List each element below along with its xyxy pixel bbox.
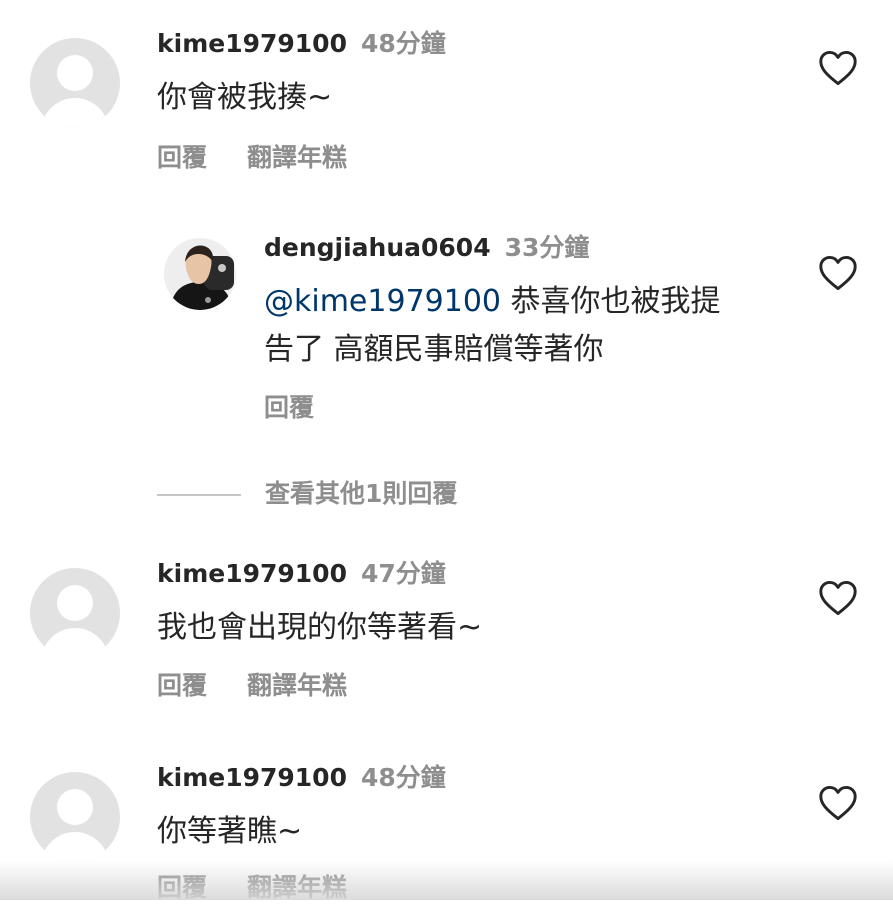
username[interactable]: dengjiahua0604: [264, 233, 491, 262]
comment-text: 我也會出現的你等著看~: [157, 610, 483, 645]
username[interactable]: kime1979100: [157, 29, 347, 58]
mention-link[interactable]: @kime1979100: [264, 284, 501, 319]
default-avatar-icon[interactable]: [30, 568, 120, 658]
comment-text-line1: 恭喜你也被我提: [501, 284, 721, 319]
bottom-fade: [0, 860, 893, 900]
reply-button[interactable]: 回覆: [157, 671, 207, 700]
reply-button[interactable]: 回覆: [264, 393, 314, 422]
heart-outline-icon[interactable]: [818, 580, 858, 616]
heart-outline-icon[interactable]: [818, 255, 858, 291]
comment-text-line2: 告了 高額民事賠償等著你: [264, 332, 604, 367]
timestamp: 33分鐘: [504, 233, 590, 262]
view-replies-label: 查看其他1則回覆: [265, 479, 458, 508]
timestamp: 47分鐘: [360, 559, 446, 588]
timestamp: 48分鐘: [360, 29, 446, 58]
default-avatar-icon[interactable]: [30, 772, 120, 862]
translate-button[interactable]: 翻譯年糕: [247, 143, 347, 172]
timestamp: 48分鐘: [360, 763, 446, 792]
view-more-replies-button[interactable]: 查看其他1則回覆: [157, 474, 457, 510]
translate-button[interactable]: 翻譯年糕: [247, 873, 347, 902]
comment-text: 你等著瞧~: [157, 814, 303, 849]
translate-button[interactable]: 翻譯年糕: [247, 671, 347, 700]
username[interactable]: kime1979100: [157, 763, 347, 792]
comment-text: 你會被我揍~: [157, 80, 333, 115]
heart-outline-icon[interactable]: [818, 50, 858, 86]
heart-outline-icon[interactable]: [818, 785, 858, 821]
reply-button[interactable]: 回覆: [157, 143, 207, 172]
reply-button[interactable]: 回覆: [157, 873, 207, 902]
comment-text: @kime1979100 恭喜你也被我提 告了 高額民事賠償等著你: [264, 278, 804, 374]
avatar[interactable]: [164, 238, 236, 310]
divider-line: [157, 494, 241, 496]
default-avatar-icon[interactable]: [30, 38, 120, 128]
username[interactable]: kime1979100: [157, 559, 347, 588]
